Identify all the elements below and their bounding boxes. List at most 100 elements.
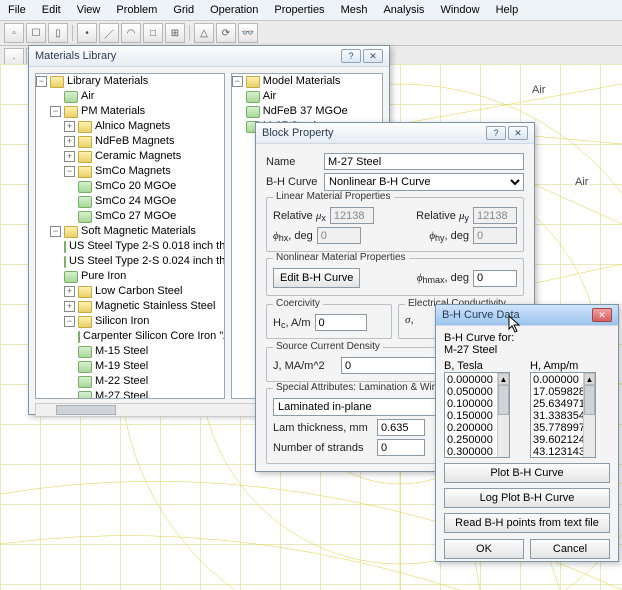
scrollbar[interactable]: ▲ <box>497 373 509 457</box>
tree-item[interactable]: US Steel Type 2-S 0.018 inch thickness <box>69 239 225 254</box>
folder-icon <box>78 121 92 133</box>
tree-item[interactable]: SmCo Magnets <box>95 164 171 179</box>
tool-analyze-icon[interactable]: ⟳ <box>216 23 236 43</box>
close-icon[interactable]: ✕ <box>363 49 383 63</box>
tree-item[interactable]: SmCo 27 MGOe <box>95 209 176 224</box>
tree-item[interactable]: M-27 Steel <box>95 389 148 399</box>
tree-item[interactable]: SmCo 20 MGOe <box>95 179 176 194</box>
material-icon <box>64 241 66 253</box>
tree-item[interactable]: Air <box>263 89 276 104</box>
edit-bh-curve-button[interactable]: Edit B-H Curve <box>273 268 360 288</box>
plot-bh-button[interactable]: Plot B-H Curve <box>444 463 610 483</box>
tree-item[interactable]: M-22 Steel <box>95 374 148 389</box>
tree-item[interactable]: M-19 Steel <box>95 359 148 374</box>
b-values-listbox[interactable]: 0.000000 0.050000 0.100000 0.150000 0.20… <box>444 372 510 458</box>
tree-item[interactable]: Carpenter Silicon Core Iron "A", 1066C <box>83 329 225 344</box>
read-bh-file-button[interactable]: Read B-H points from text file <box>444 513 610 533</box>
tree-collapse-icon[interactable]: − <box>64 166 75 177</box>
tree-item[interactable]: M-15 Steel <box>95 344 148 359</box>
tree-item[interactable]: PM Materials <box>81 104 145 119</box>
tool-glasses-icon[interactable]: 👓 <box>238 23 258 43</box>
block-label-air: Air <box>573 176 590 188</box>
tree-expand-icon[interactable]: + <box>64 151 75 162</box>
muy-label: Relative μy <box>416 210 469 222</box>
material-icon <box>78 361 92 373</box>
scrollbar[interactable]: ▲ <box>583 373 595 457</box>
tree-item[interactable]: US Steel Type 2-S 0.024 inch thickness <box>69 254 225 269</box>
tool-group-icon[interactable]: ⊞ <box>165 23 185 43</box>
tool-mesh-icon[interactable]: △ <box>194 23 214 43</box>
menu-bar: File Edit View Problem Grid Operation Pr… <box>0 0 622 21</box>
nstrands-input[interactable] <box>377 439 425 456</box>
hc-input[interactable] <box>315 314 367 331</box>
menu-operation[interactable]: Operation <box>206 2 262 18</box>
tree-expand-icon[interactable]: + <box>64 301 75 312</box>
menu-view[interactable]: View <box>73 2 105 18</box>
tool-arc-icon[interactable]: ◠ <box>121 23 141 43</box>
tree-item[interactable]: Low Carbon Steel <box>95 284 182 299</box>
tree-item[interactable]: Pure Iron <box>81 269 126 284</box>
tree-item[interactable]: Silicon Iron <box>95 314 149 329</box>
menu-properties[interactable]: Properties <box>270 2 328 18</box>
tree-expand-icon[interactable]: + <box>64 286 75 297</box>
scroll-up-icon[interactable]: ▲ <box>584 373 595 385</box>
menu-help[interactable]: Help <box>492 2 523 18</box>
name-input[interactable] <box>324 153 524 170</box>
menu-analysis[interactable]: Analysis <box>379 2 428 18</box>
library-materials-tree[interactable]: −Library Materials Air −PM Materials +Al… <box>35 73 225 399</box>
close-icon[interactable]: ✕ <box>508 126 528 140</box>
tree-collapse-icon[interactable]: − <box>36 76 47 87</box>
material-icon <box>78 211 92 223</box>
tool-node-icon[interactable]: • <box>77 23 97 43</box>
help-icon[interactable]: ? <box>341 49 361 63</box>
tree-item[interactable]: Magnetic Stainless Steel <box>95 299 215 314</box>
phihmax-input[interactable] <box>473 270 517 287</box>
material-icon <box>78 391 92 400</box>
material-icon <box>246 91 260 103</box>
scroll-up-icon[interactable]: ▲ <box>498 373 509 385</box>
tool-segment-icon[interactable]: ／ <box>99 23 119 43</box>
tree-item[interactable]: Alnico Magnets <box>95 119 170 134</box>
tree-collapse-icon[interactable]: − <box>232 76 243 87</box>
menu-edit[interactable]: Edit <box>38 2 65 18</box>
log-plot-bh-button[interactable]: Log Plot B-H Curve <box>444 488 610 508</box>
ok-button[interactable]: OK <box>444 539 524 559</box>
menu-mesh[interactable]: Mesh <box>337 2 372 18</box>
tool-save-icon[interactable]: ▯ <box>48 23 68 43</box>
menu-grid[interactable]: Grid <box>169 2 198 18</box>
coercivity-group-label: Coercivity <box>273 298 323 309</box>
menu-file[interactable]: File <box>4 2 30 18</box>
tree-item[interactable]: SmCo 24 MGOe <box>95 194 176 209</box>
tool-block-icon[interactable]: □ <box>143 23 163 43</box>
tool-open-icon[interactable]: ☐ <box>26 23 46 43</box>
tree-collapse-icon[interactable]: − <box>50 226 61 237</box>
material-icon <box>64 91 78 103</box>
h-values-listbox[interactable]: 0.000000 17.059828 25.634971 31.338354 3… <box>530 372 596 458</box>
tree-expand-icon[interactable]: + <box>64 121 75 132</box>
folder-icon <box>78 151 92 163</box>
menu-problem[interactable]: Problem <box>112 2 161 18</box>
folder-icon <box>246 76 260 88</box>
tool-new-icon[interactable]: ▫ <box>4 23 24 43</box>
j-label: J, MA/m^2 <box>273 360 337 372</box>
tree-expand-icon[interactable]: + <box>64 136 75 147</box>
materials-library-title: Materials Library <box>35 50 339 62</box>
folder-icon <box>78 136 92 148</box>
bh-curve-select[interactable]: Nonlinear B-H Curve <box>324 173 524 191</box>
material-icon <box>64 256 66 268</box>
tree-item[interactable]: Air <box>81 89 94 104</box>
close-icon[interactable]: ✕ <box>592 308 612 322</box>
menu-window[interactable]: Window <box>436 2 483 18</box>
tree-item[interactable]: NdFeB 37 MGOe <box>263 104 348 119</box>
tree-collapse-icon[interactable]: − <box>64 316 75 327</box>
nonlinear-group-label: Nonlinear Material Properties <box>273 252 409 263</box>
lamthk-label: Lam thickness, mm <box>273 422 373 434</box>
help-icon[interactable]: ? <box>486 126 506 140</box>
phihx-input <box>317 227 361 244</box>
tree-item[interactable]: Soft Magnetic Materials <box>81 224 196 239</box>
tree-collapse-icon[interactable]: − <box>50 106 61 117</box>
tree-item[interactable]: NdFeB Magnets <box>95 134 174 149</box>
cancel-button[interactable]: Cancel <box>530 539 610 559</box>
tree-item[interactable]: Ceramic Magnets <box>95 149 181 164</box>
lamthk-input[interactable] <box>377 419 425 436</box>
